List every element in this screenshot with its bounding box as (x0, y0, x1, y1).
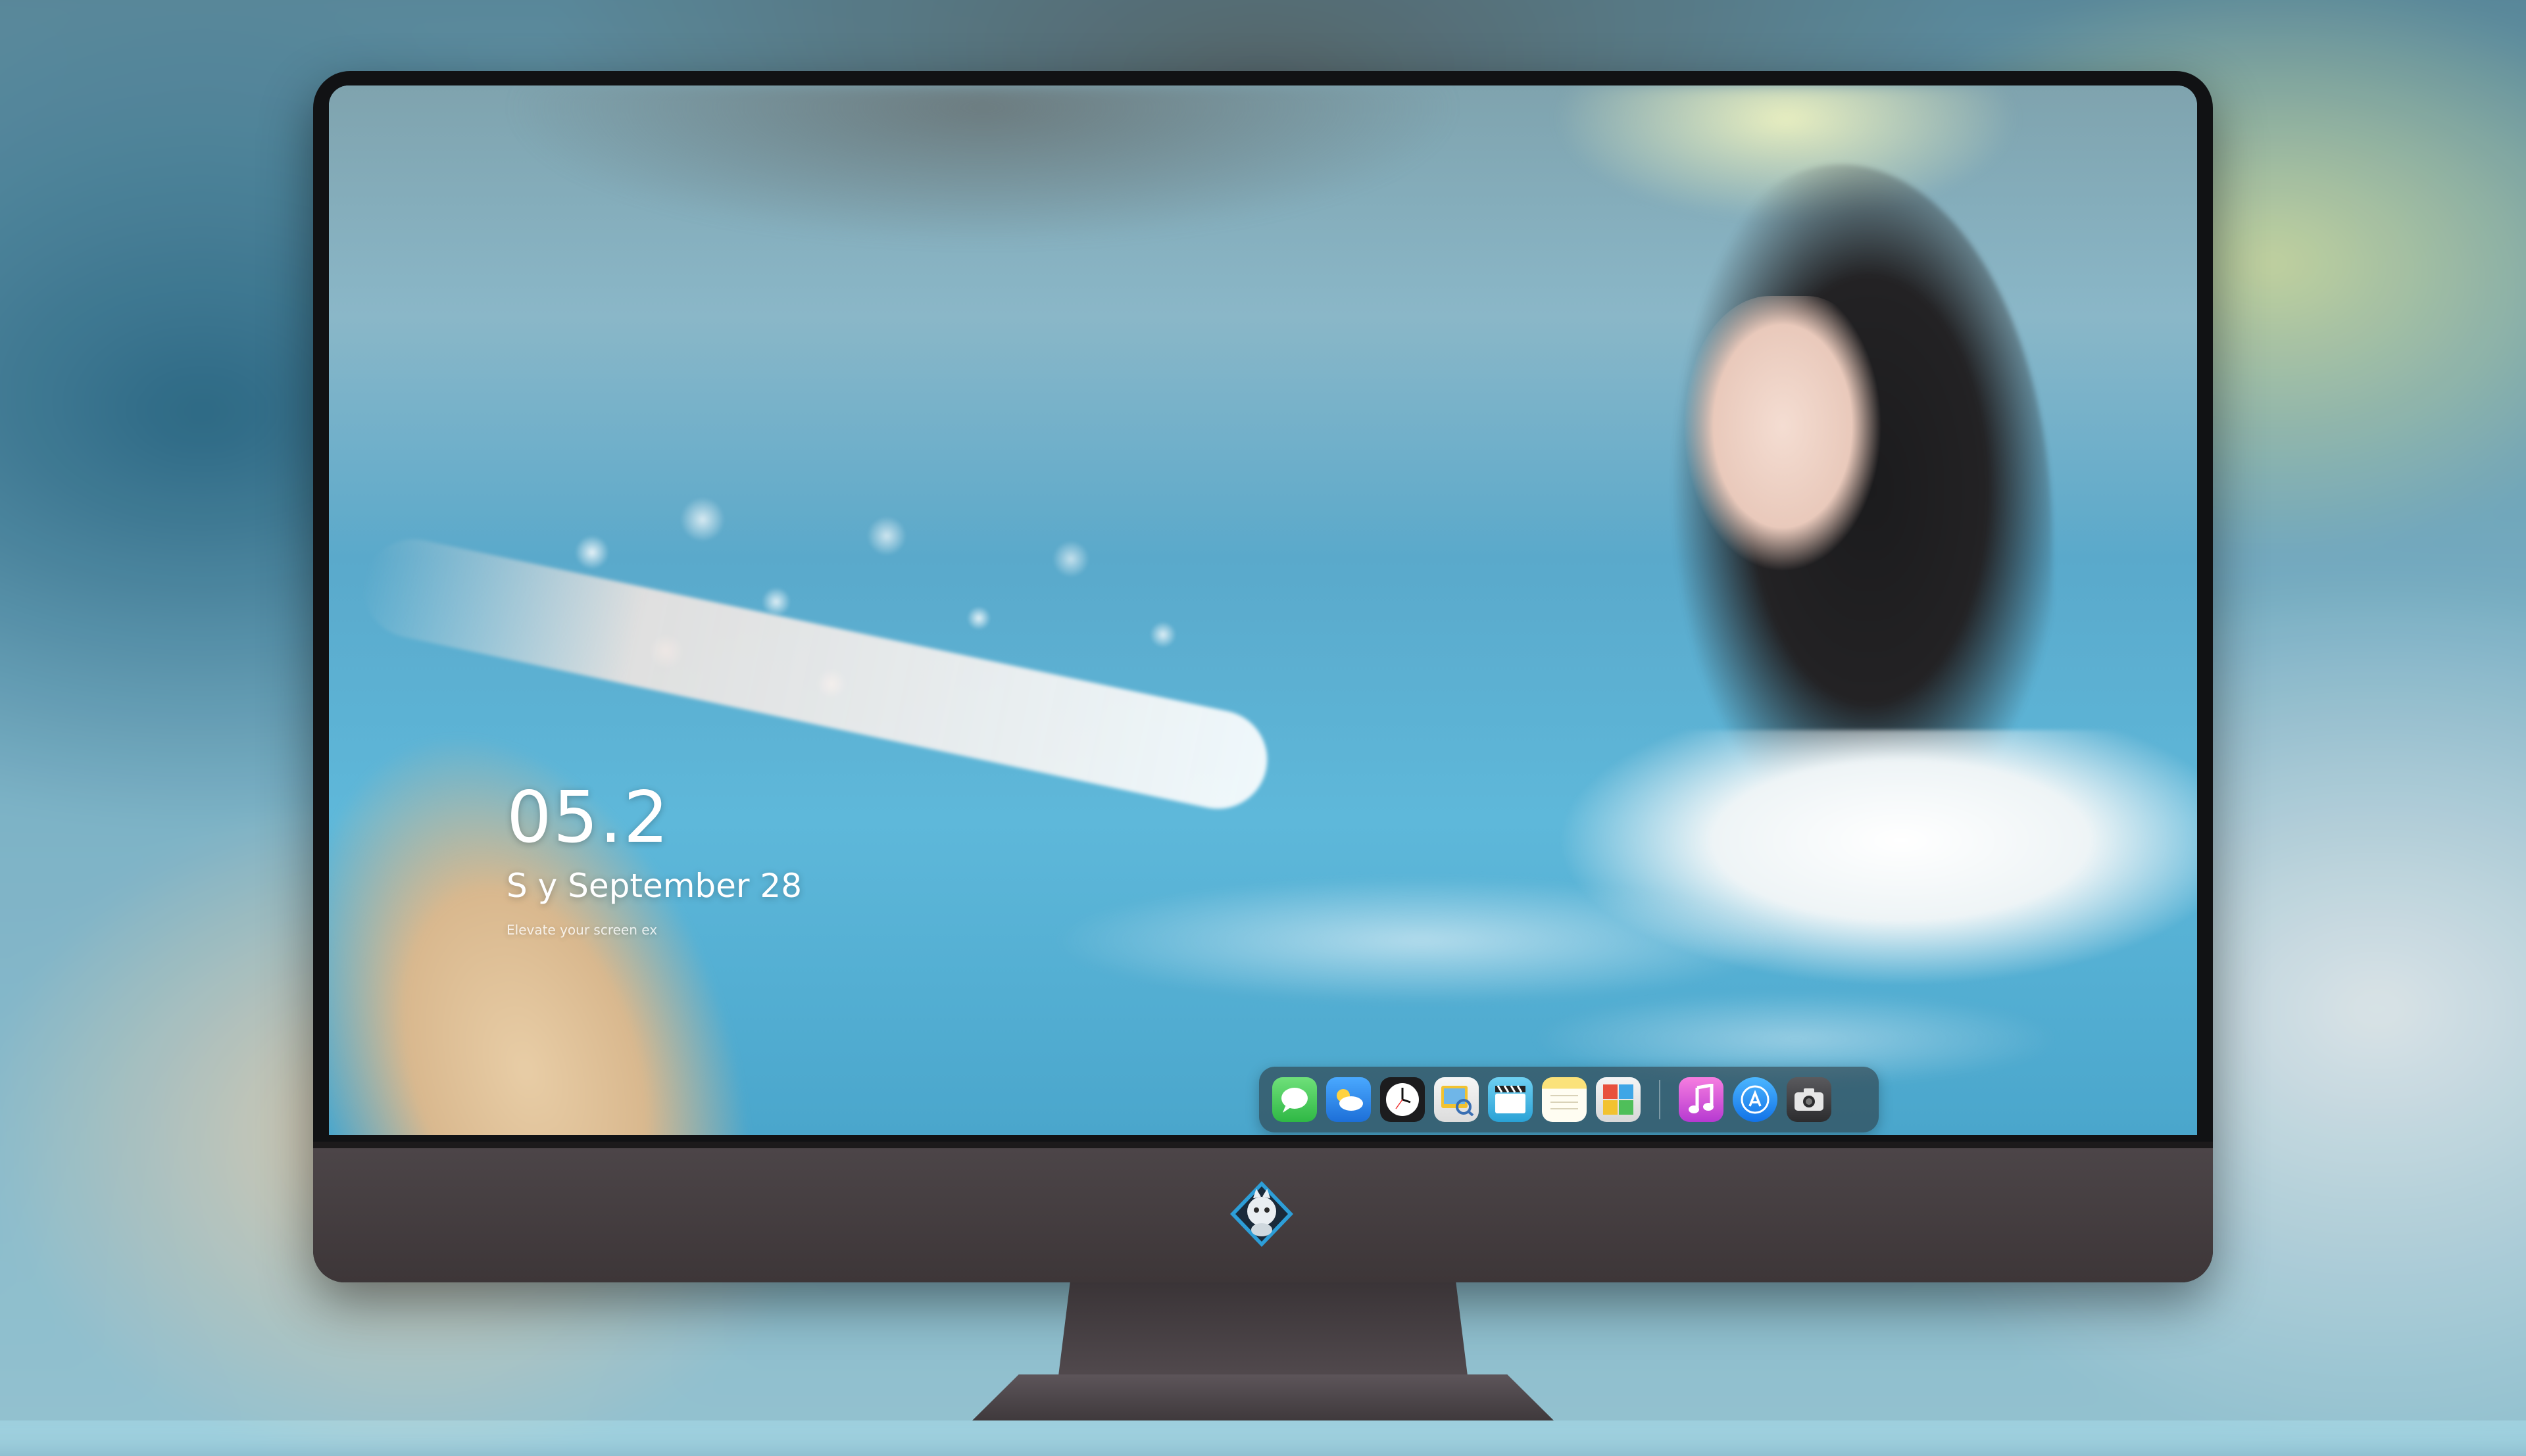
desktop-screen: 05.2 S y September 28 Elevate your scree… (329, 85, 2197, 1135)
notes-icon[interactable] (1542, 1077, 1587, 1122)
lockscreen-clock: 05.2 S y September 28 Elevate your scree… (507, 783, 802, 938)
monitor: 05.2 S y September 28 Elevate your scree… (313, 71, 2213, 1282)
preview-icon[interactable] (1434, 1077, 1479, 1122)
weather-icon[interactable] (1326, 1077, 1371, 1122)
monitor-stand-base (972, 1374, 1554, 1420)
photo-booth-icon[interactable] (1596, 1077, 1641, 1122)
music-icon[interactable] (1679, 1077, 1723, 1122)
monitor-stand-neck (1058, 1282, 1468, 1381)
dock-separator (1659, 1080, 1660, 1119)
messages-icon[interactable] (1272, 1077, 1317, 1122)
monitor-chin (313, 1142, 2213, 1282)
clapperboard-icon[interactable] (1488, 1077, 1533, 1122)
mascot-logo-icon (1230, 1181, 1293, 1247)
app-store-icon[interactable] (1733, 1077, 1777, 1122)
clock-time: 05.2 (507, 777, 670, 859)
dock (1259, 1067, 1879, 1132)
clock-icon[interactable] (1380, 1077, 1425, 1122)
clock-tagline: Elevate your screen ex (507, 922, 658, 938)
camera-icon[interactable] (1787, 1077, 1831, 1122)
clock-date: S y September 28 (507, 867, 802, 905)
